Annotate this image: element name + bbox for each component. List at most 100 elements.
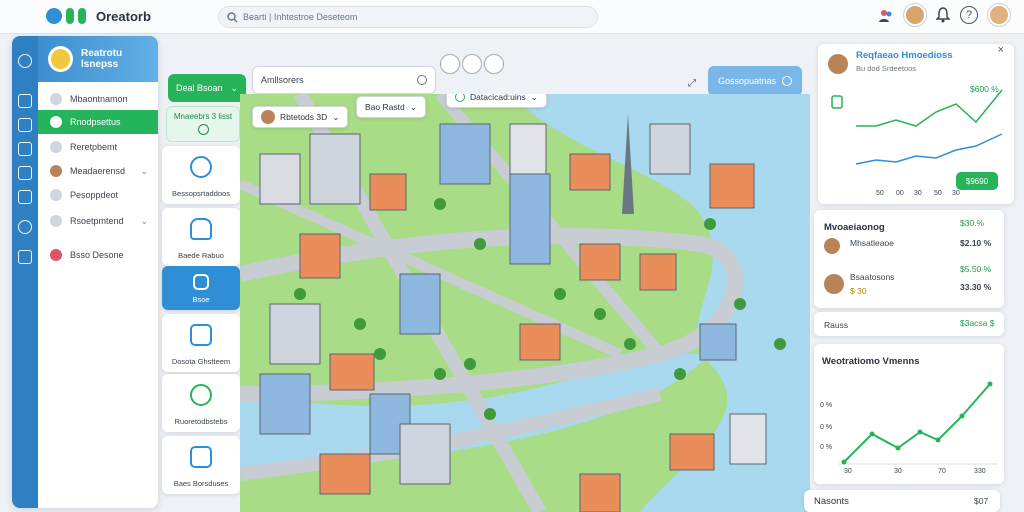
tool-card-label: Dosota Ghstteem — [171, 357, 231, 366]
metrics-row-label: Bsaatosons — [850, 272, 895, 282]
map-filter-chip[interactable]: Bao Rastd ⌄ — [356, 96, 426, 118]
sidebar-item-label: Reretpbemt — [70, 142, 118, 152]
help-icon[interactable]: ? — [960, 6, 978, 24]
document-icon[interactable] — [18, 142, 32, 156]
location-input[interactable]: Amllsorers — [252, 66, 436, 94]
location-icon — [455, 94, 465, 102]
sidebar-item[interactable]: Pesoppdeot — [38, 184, 158, 206]
edit-icon — [190, 324, 212, 346]
y-axis-label: 0 % — [820, 424, 833, 431]
axis-label: 30 — [914, 190, 922, 197]
pin-icon — [50, 249, 62, 261]
zoom-out-icon[interactable] — [462, 54, 482, 74]
axis-label: 30 — [952, 190, 960, 197]
summary-value: $3acsa $ — [960, 318, 995, 328]
zoom-in-icon[interactable] — [440, 54, 460, 74]
location-input-value: Amllsorers — [261, 75, 304, 85]
city-map-illustration — [240, 94, 810, 512]
chevron-down-icon: ⌄ — [332, 111, 340, 122]
sidebar-item-label: Mbaontnamon — [70, 94, 128, 104]
growth-line-chart — [838, 381, 998, 465]
refresh-icon — [190, 384, 212, 406]
tool-card[interactable]: Dosota Ghstteem — [162, 314, 240, 372]
footer-row[interactable]: Nasonts $07 — [804, 490, 1000, 512]
logo-mark-icon — [78, 8, 86, 24]
search-placeholder: Bearti | Inhtestroe Deseteom — [243, 12, 358, 22]
y-axis-label: 0 % — [820, 444, 833, 451]
footer-value: $07 — [974, 496, 989, 506]
folder-icon[interactable] — [18, 190, 32, 204]
rotate-icon[interactable] — [484, 54, 504, 74]
avatar-icon — [824, 274, 844, 294]
tool-card[interactable]: Ruoretodbstebs — [162, 374, 240, 432]
bell-icon[interactable] — [936, 7, 950, 23]
summary-row[interactable]: Rauss $3acsa $ — [814, 312, 1004, 336]
location-icon — [417, 75, 427, 85]
sidebar-item-label: Rsoetpmtend — [70, 216, 124, 226]
sidebar-item-label: Pesoppdeot — [70, 190, 119, 200]
avatar-icon — [824, 238, 840, 254]
sidebar-item-label: Meadaerensd — [70, 166, 126, 176]
tool-card-label: Bessopsrtaddoos — [172, 189, 230, 198]
target-icon[interactable] — [18, 54, 32, 68]
close-icon[interactable]: × — [998, 44, 1004, 56]
user-icon[interactable] — [18, 220, 32, 234]
axis-label: 50 — [876, 190, 884, 197]
metrics-row-label: $ 30 — [850, 286, 867, 296]
user-avatar[interactable] — [904, 4, 926, 26]
sidebar-item[interactable]: Meadaerensd ⌄ — [38, 160, 158, 182]
sidebar: Reatrotu lsnepss Mbaontnamon Rnodpsettus… — [12, 36, 158, 508]
sidebar-item-active[interactable]: Rnodpsettus — [38, 110, 158, 134]
app-logo[interactable]: Oreatorb — [46, 8, 151, 24]
sidebar-item-label: Rnodpsettus — [70, 117, 121, 127]
calendar-icon — [190, 446, 212, 468]
avatar-icon — [50, 165, 62, 177]
map-filter-chip[interactable]: Datacicad:uins ⌄ — [446, 94, 547, 108]
x-axis-label: 330 — [974, 468, 986, 475]
profile-action-button[interactable]: $9690 — [956, 172, 998, 190]
chevron-down-icon: ⌄ — [230, 82, 238, 93]
sidebar-item[interactable]: Rsoetpmtend ⌄ — [38, 210, 158, 232]
profile-title: Reqfaeao Hmoedioss — [856, 50, 953, 61]
sidebar-item[interactable]: Mbaontnamon — [38, 88, 158, 110]
clock-icon — [197, 124, 209, 135]
tools-header-label: Mnaeebrs 3 lisst — [173, 112, 233, 121]
tool-card-label: Baede Rabuo — [178, 251, 224, 260]
chevron-down-icon: ⌄ — [409, 101, 417, 112]
profile-avatar[interactable] — [988, 4, 1010, 26]
x-axis-label: 30 — [894, 468, 902, 475]
tool-card[interactable]: Bessopsrtaddoos — [162, 146, 240, 204]
profile-sparkline — [831, 89, 1003, 165]
search-icon — [227, 12, 238, 23]
metrics-title: Mvoaeiaonog — [824, 222, 885, 233]
y-axis-label: 0 % — [820, 402, 833, 409]
search-input[interactable]: Bearti | Inhtestroe Deseteom — [218, 6, 598, 28]
users-icon[interactable] — [878, 7, 894, 23]
sidebar-rail — [12, 36, 38, 508]
sidebar-item[interactable]: Reretpbemt — [38, 136, 158, 158]
list-icon[interactable] — [18, 250, 32, 264]
layer-icon — [193, 274, 209, 290]
metrics-panel: Mvoaeiaonog $30.% Mhsatleaoe $2.10 % Bsa… — [814, 210, 1004, 308]
map-filter-label: Rbtetods 3D — [280, 112, 328, 122]
map-filter-chip[interactable]: Rbtetods 3D ⌄ — [252, 106, 349, 128]
city-map[interactable]: Rbtetods 3D ⌄ Bao Rastd ⌄ Datacicad:uins… — [240, 94, 810, 512]
sidebar-item[interactable]: Bsso Desone — [38, 244, 158, 266]
grid-icon[interactable] — [18, 118, 32, 132]
book-icon[interactable] — [18, 166, 32, 180]
secondary-button[interactable]: Gossopuatnas — [708, 66, 802, 96]
settings-icon — [50, 215, 62, 227]
refresh-icon[interactable] — [18, 94, 32, 108]
top-bar: Oreatorb Bearti | Inhtestroe Deseteom ? — [0, 0, 1024, 34]
tool-card-label: Baes Borsduses — [173, 479, 229, 488]
profile-avatar — [828, 54, 848, 74]
bullet-icon — [50, 189, 62, 201]
secondary-button-label: Gossopuatnas — [718, 76, 777, 86]
primary-button[interactable]: Deal Bsoan ⌄ — [168, 74, 246, 102]
tool-card[interactable]: Baes Borsduses — [162, 436, 240, 494]
tool-card[interactable]: Baede Rabuo — [162, 208, 240, 266]
expand-icon[interactable]: ⤢ — [688, 78, 696, 89]
headset-icon — [190, 156, 212, 178]
tool-card-active[interactable]: Bsoe — [162, 266, 240, 310]
chevron-down-icon: ⌄ — [530, 94, 538, 102]
